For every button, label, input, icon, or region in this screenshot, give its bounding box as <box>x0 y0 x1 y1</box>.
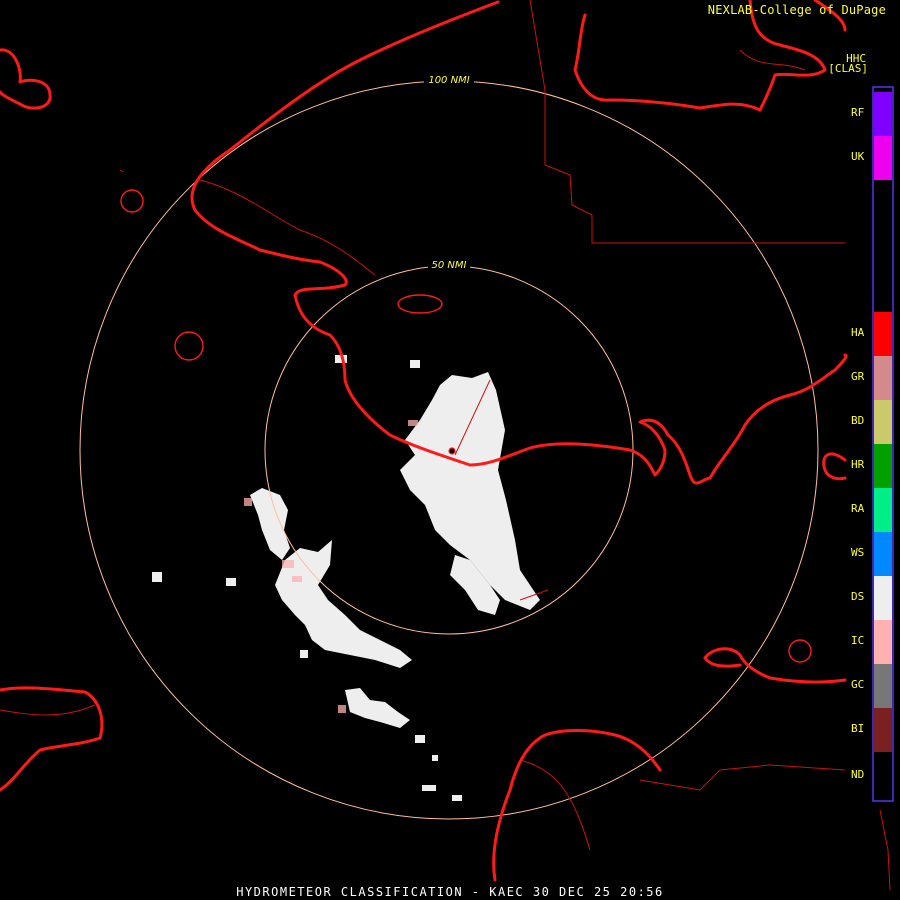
legend-label-ra: RA <box>851 502 865 515</box>
legend-swatch-ds <box>874 576 892 620</box>
echo-fleck <box>292 576 302 582</box>
coastline-east <box>822 452 847 481</box>
state-border <box>639 764 846 791</box>
coastline-south <box>492 728 662 882</box>
legend-swatch-gr <box>874 356 892 400</box>
legend-swatch-hr <box>874 444 892 488</box>
radar-site-marker <box>448 447 456 455</box>
state-border <box>529 0 845 244</box>
echo-far-south <box>345 688 410 728</box>
legend-label-ha: HA <box>851 326 865 339</box>
ring-label-100: 100 NMI <box>428 75 469 86</box>
legend-label-ic: IC <box>851 634 865 647</box>
echo-fleck <box>300 650 308 658</box>
inner-coastline <box>199 179 376 276</box>
radar-map: 100 NMI 50 NMI <box>0 0 894 891</box>
coastline-west-cape <box>0 48 52 110</box>
echo-fleck <box>410 360 420 368</box>
echo-fleck <box>226 578 236 586</box>
echo-fleck <box>338 705 346 713</box>
lake <box>397 294 443 314</box>
credit-label: NEXLAB-College of DuPage <box>707 3 886 17</box>
echo-fleck <box>408 420 418 426</box>
echo-southwest-band <box>275 540 412 668</box>
legend-swatch-rf <box>874 92 892 136</box>
legend-label-uk: UK <box>851 150 865 163</box>
legend-label-bi: BI <box>851 722 865 735</box>
legend-swatch-uk <box>874 136 892 180</box>
legend-label-gr: GR <box>851 370 865 383</box>
inner-coastline <box>0 704 96 716</box>
ring-label-50: 50 NMI <box>432 260 467 271</box>
legend-label-ws: WS <box>851 546 865 559</box>
echo-fleck <box>415 735 425 743</box>
legend-swatch-ha <box>874 312 892 356</box>
coastline-southwest <box>0 686 104 792</box>
legend-swatch-bd <box>874 400 892 444</box>
lake <box>120 189 144 213</box>
echo-field <box>152 355 540 801</box>
inner-coastline <box>739 49 806 71</box>
legend-label-bd: BD <box>851 414 865 427</box>
legend-swatch-gc <box>874 664 892 708</box>
island <box>119 169 124 173</box>
echo-ice-crystals <box>244 420 418 713</box>
legend-label-gc: GC <box>851 678 865 691</box>
legend-label-nd: ND <box>851 768 865 781</box>
echo-fleck <box>452 795 462 801</box>
echo-fleck <box>422 785 436 791</box>
product-title: HYDROMETEOR CLASSIFICATION - KAEC 30 DEC… <box>236 885 664 899</box>
state-border <box>879 809 891 891</box>
echo-fleck <box>432 755 438 761</box>
legend-swatch-nd <box>874 754 892 798</box>
echo-fleck <box>244 498 252 506</box>
legend-label-ds: DS <box>851 590 865 603</box>
legend-swatch-ra <box>874 488 892 532</box>
echo-fleck <box>282 560 294 568</box>
legend-swatch-ws <box>874 532 892 576</box>
legend-swatch-ic <box>874 620 892 664</box>
unit-label: [CLAS] <box>828 62 868 75</box>
echo-west-arc <box>250 488 290 560</box>
coastline-southeast-2 <box>703 656 742 668</box>
lake <box>174 331 204 361</box>
legend-label-rf: RF <box>851 106 865 119</box>
classification-legend <box>872 86 894 802</box>
radar-display: 100 NMI 50 NMI NEXLAB-College of DuPage … <box>0 0 900 900</box>
inner-coastline <box>519 759 591 851</box>
legend-swatch-bi <box>874 708 892 752</box>
legend-label-hr: HR <box>851 458 865 471</box>
echo-fleck <box>152 572 162 582</box>
lake <box>788 639 812 663</box>
